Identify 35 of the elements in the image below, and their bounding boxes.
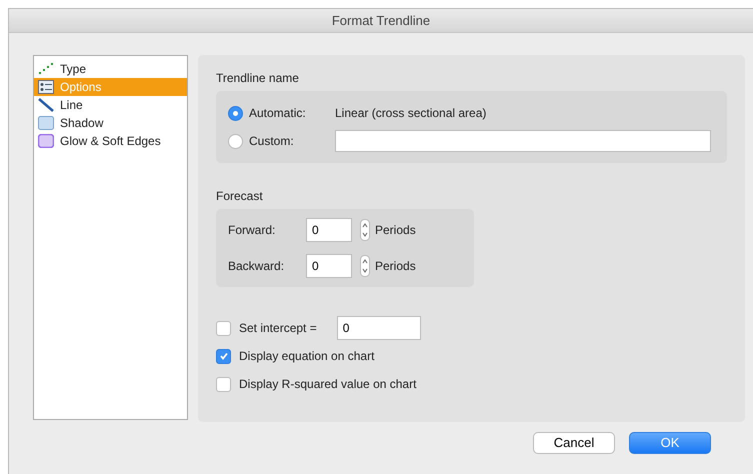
radio-button[interactable]	[228, 106, 243, 120]
trend-icon	[38, 62, 54, 76]
option-label: Automatic:	[249, 105, 307, 122]
stepper-icon[interactable]	[360, 255, 370, 277]
glow-icon	[38, 134, 54, 148]
name-field[interactable]	[335, 130, 711, 152]
section-heading: Trendline name	[216, 70, 300, 87]
window-title: Format Trendline	[332, 12, 430, 30]
section-heading: Forecast	[216, 188, 264, 205]
unit-label: Periods	[375, 258, 416, 275]
number-field[interactable]: 0	[306, 218, 352, 242]
intercept-field[interactable]: 0	[336, 316, 421, 340]
option-label: Custom:	[249, 133, 295, 150]
sidebar-item[interactable]: Shadow	[34, 114, 187, 132]
checkbox[interactable]	[216, 320, 231, 336]
checkbox[interactable]	[216, 348, 231, 364]
trendline-name-text: Linear (cross sectional area)	[335, 105, 486, 122]
sidebar-item[interactable]: Glow & Soft Edges	[34, 132, 187, 150]
number-field[interactable]: 0	[306, 254, 352, 278]
checkbox-label: Display R-squared value on chart	[239, 376, 416, 393]
line-icon	[38, 98, 54, 112]
options-icon	[38, 80, 54, 94]
unit-label: Periods	[375, 222, 416, 239]
checkbox-label: Display equation on chart	[239, 348, 374, 365]
stepper-icon[interactable]	[360, 219, 370, 241]
cancel-button[interactable]: Cancel	[533, 432, 615, 454]
field-label: Forward:	[228, 222, 276, 239]
check-icon	[218, 351, 228, 361]
checkbox[interactable]	[216, 376, 231, 392]
radio-button[interactable]	[228, 134, 243, 148]
checkbox-label: Set intercept =	[239, 320, 317, 337]
field-label: Backward:	[228, 258, 286, 275]
shadow-icon	[38, 116, 54, 130]
sidebar-item[interactable]: Line	[34, 96, 187, 114]
sidebar-item[interactable]: Type	[34, 60, 187, 78]
